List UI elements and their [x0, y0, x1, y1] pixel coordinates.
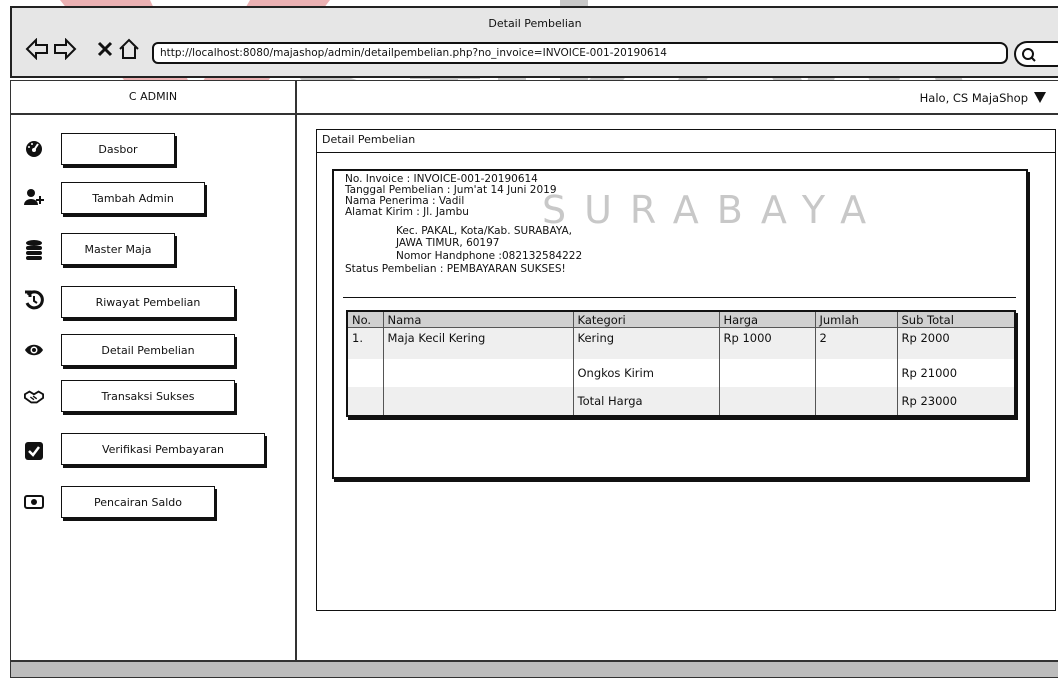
table-cell: Rp 23000: [896, 387, 1015, 416]
column-header: Harga: [718, 311, 815, 328]
admin-header: C ADMIN: [10, 80, 296, 114]
back-arrow-icon[interactable]: [24, 36, 50, 62]
database-icon: [24, 240, 44, 260]
column-header: Sub Total: [896, 311, 1015, 328]
dropdown-triangle-icon[interactable]: [1034, 92, 1046, 103]
sidebar-item-riwayat-pembelian[interactable]: Riwayat Pembelian: [61, 286, 235, 318]
sidebar-item-tambah-admin[interactable]: Tambah Admin: [61, 182, 205, 214]
table-cell: [382, 359, 573, 387]
table-header-row: No. Nama Kategori Harga Jumlah Sub Total: [347, 311, 1015, 328]
sidebar-item-label: Detail Pembelian: [101, 343, 195, 357]
table-cell: 2: [814, 327, 897, 359]
sidebar-item-transaksi-sukses[interactable]: Transaksi Sukses: [61, 380, 235, 412]
column-header: Jumlah: [814, 311, 897, 328]
status-bar: [10, 661, 1058, 678]
phone-number: Nomor Handphone :082132584222: [396, 250, 583, 262]
sidebar-item-label: Verifikasi Pembayaran: [101, 442, 225, 456]
table-cell: Kering: [572, 327, 719, 359]
search-button[interactable]: [1014, 41, 1058, 67]
window-title: Detail Pembelian: [488, 17, 582, 30]
sidebar-item-dasbor[interactable]: Dasbor: [61, 133, 175, 165]
table-row: 1. Maja Kecil Kering Kering Rp 1000 2 Rp…: [347, 327, 1015, 359]
column-header: No.: [347, 311, 383, 328]
home-icon[interactable]: [116, 36, 142, 62]
purchase-status: Status Pembelian : PEMBAYARAN SUKSES!: [345, 263, 566, 275]
user-greeting: Halo, CS MajaShop: [919, 91, 1028, 105]
url-bar[interactable]: http://localhost:8080/majashop/admin/det…: [152, 42, 1008, 64]
sidebar-item-label: Tambah Admin: [92, 191, 174, 205]
table-cell: [347, 387, 383, 416]
sidebar-item-label: Dasbor: [98, 142, 138, 156]
add-user-icon: [24, 187, 44, 207]
sidebar-item-pencairan-saldo[interactable]: Pencairan Saldo: [61, 486, 215, 518]
panel-title: Detail Pembelian: [316, 129, 1056, 153]
sidebar-item-label: Riwayat Pembelian: [95, 295, 201, 309]
table-cell: [718, 359, 815, 387]
checkbox-icon: [24, 441, 44, 461]
sidebar-item-label: Pencairan Saldo: [93, 495, 183, 509]
purchase-detail-table: No. Nama Kategori Harga Jumlah Sub Total…: [346, 310, 1016, 417]
table-cell: [347, 359, 383, 387]
top-bar: Halo, CS MajaShop: [296, 80, 1058, 114]
forward-arrow-icon[interactable]: [52, 36, 78, 62]
sidebar-item-master-maja[interactable]: Master Maja: [61, 233, 175, 265]
shipping-address: Alamat Kirim : Jl. Jambu: [345, 206, 469, 218]
sidebar-item-detail-pembelian[interactable]: Detail Pembelian: [61, 334, 235, 366]
sidebar-item-label: Transaksi Sukses: [101, 389, 195, 403]
history-icon: [24, 290, 44, 310]
column-header: Kategori: [572, 311, 719, 328]
sidebar-item-label: Master Maja: [84, 242, 152, 256]
table-cell: Rp 2000: [896, 327, 1015, 359]
table-cell: [718, 387, 815, 416]
handshake-icon: [24, 387, 44, 407]
table-cell: Ongkos Kirim: [572, 359, 719, 387]
sidebar-item-verifikasi-pembayaran[interactable]: Verifikasi Pembayaran: [61, 433, 265, 465]
shipping-address-line3: JAWA TIMUR, 60197: [396, 237, 500, 249]
search-icon: [1022, 48, 1036, 62]
table-cell: [814, 387, 897, 416]
table-cell: Rp 1000: [718, 327, 815, 359]
eye-icon: [24, 340, 44, 360]
divider: [343, 297, 1016, 298]
watermark-city: SURABAYA: [542, 188, 885, 232]
table-cell: Rp 21000: [896, 359, 1015, 387]
table-cell: Maja Kecil Kering: [382, 327, 573, 359]
table-cell: 1.: [347, 327, 383, 359]
column-header: Nama: [382, 311, 573, 328]
table-cell: [382, 387, 573, 416]
table-cell: Total Harga: [572, 387, 719, 416]
table-row: Total Harga Rp 23000: [347, 387, 1015, 416]
close-icon[interactable]: [92, 36, 118, 62]
browser-chrome: Detail Pembelian http://localhost:8080/m…: [10, 6, 1058, 78]
dashboard-icon: [24, 138, 44, 158]
money-icon: [24, 492, 44, 512]
table-cell: [814, 359, 897, 387]
table-row: Ongkos Kirim Rp 21000: [347, 359, 1015, 387]
